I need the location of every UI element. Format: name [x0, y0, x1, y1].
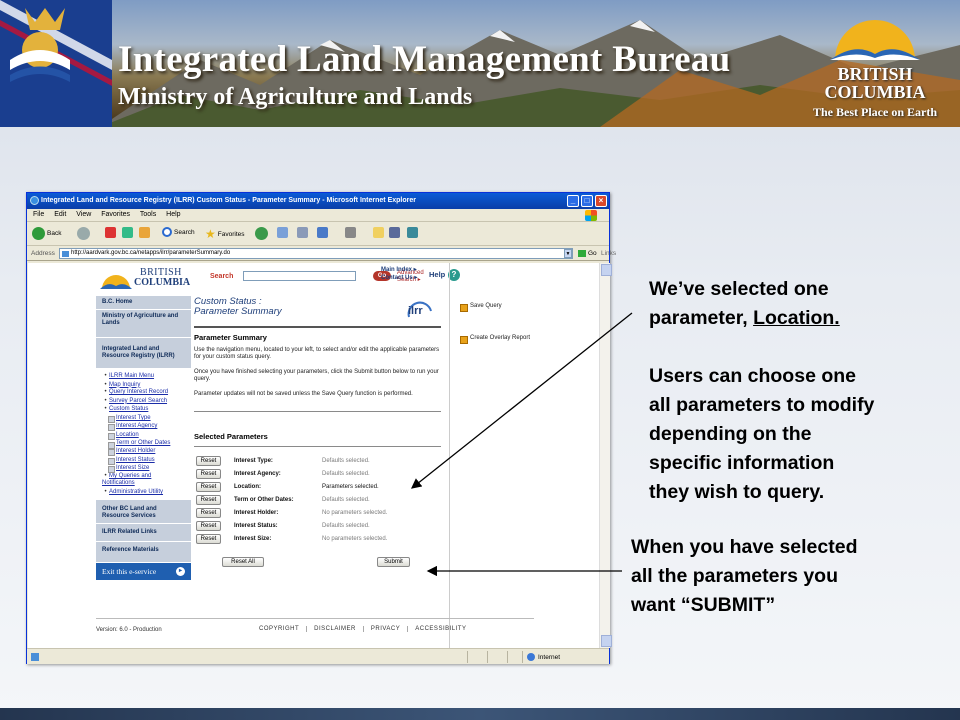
callout-users-choose: Users can choose one all parameters to m…: [649, 365, 875, 503]
arrow-to-location: [410, 312, 633, 489]
callout-submit: When you have selected all the parameter…: [631, 536, 858, 616]
callout-selected-parameter: We’ve selected one parameter, Location.: [649, 278, 840, 329]
bottom-strip: [0, 708, 960, 720]
